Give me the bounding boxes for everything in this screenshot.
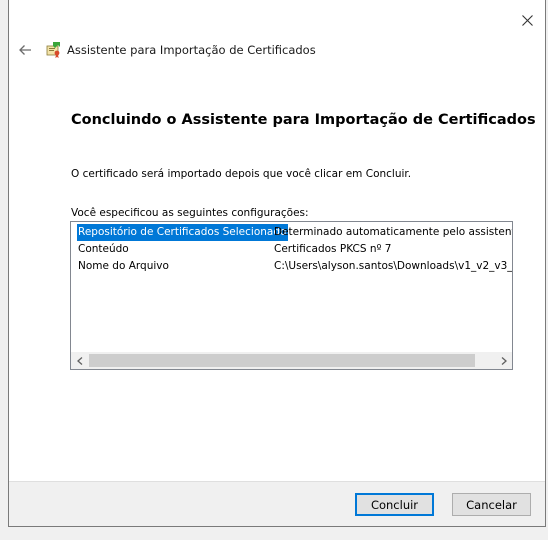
back-button[interactable] [15, 40, 35, 60]
list-item[interactable]: Nome do Arquivo C:\Users\alyson.santos\D… [71, 258, 512, 275]
setting-value: Determinado automaticamente pelo assiste… [274, 226, 513, 238]
horizontal-scrollbar[interactable] [71, 352, 512, 369]
close-button[interactable] [517, 10, 537, 30]
scrollbar-thumb[interactable] [89, 354, 475, 367]
setting-value: C:\Users\alyson.santos\Downloads\v1_v2_v… [274, 260, 513, 272]
settings-label: Você especificou as seguintes configuraç… [71, 207, 309, 219]
list-item[interactable]: Conteúdo Certificados PKCS nº 7 [71, 241, 512, 258]
chevron-right-icon [501, 356, 507, 365]
scroll-right-button[interactable] [495, 352, 512, 369]
back-arrow-icon [19, 45, 31, 55]
setting-key: Repositório de Certificados Selecionado [77, 224, 289, 241]
chevron-left-icon [76, 356, 82, 365]
scroll-left-button[interactable] [71, 352, 88, 369]
setting-value: Certificados PKCS nº 7 [274, 243, 392, 255]
close-icon [521, 14, 533, 26]
certificate-wizard-icon [46, 42, 60, 58]
setting-key: Nome do Arquivo [78, 260, 169, 272]
list-item[interactable]: Repositório de Certificados Selecionado … [71, 224, 512, 241]
finish-button[interactable]: Concluir [355, 493, 434, 516]
button-bar: Concluir Cancelar [9, 481, 545, 526]
setting-key: Conteúdo [78, 243, 129, 255]
page-heading: Concluindo o Assistente para Importação … [71, 112, 536, 128]
cancel-button[interactable]: Cancelar [452, 493, 531, 516]
settings-list[interactable]: Repositório de Certificados Selecionado … [70, 221, 513, 370]
wizard-window: Assistente para Importação de Certificad… [8, 0, 546, 527]
wizard-title: Assistente para Importação de Certificad… [67, 43, 316, 57]
completion-message: O certificado será importado depois que … [71, 168, 412, 180]
